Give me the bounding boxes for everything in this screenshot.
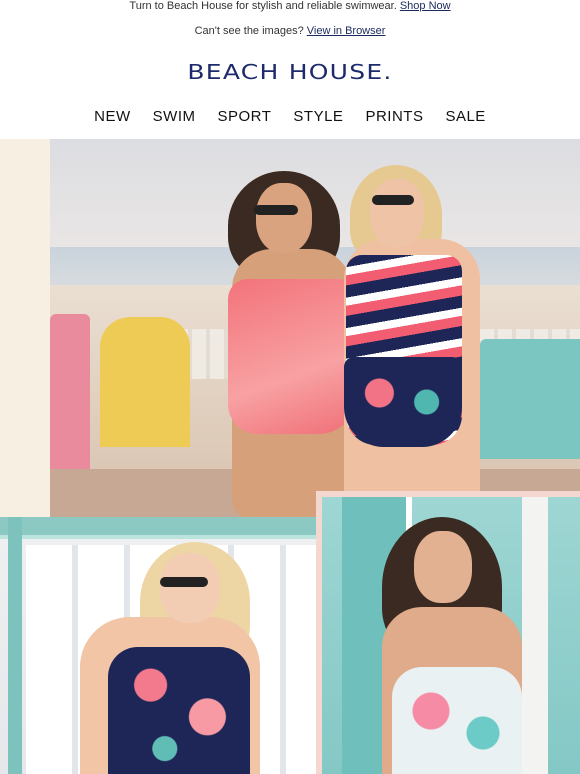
sunglasses-icon <box>372 195 414 205</box>
nav-item-prints[interactable]: PRINTS <box>354 108 434 126</box>
view-in-browser-link[interactable]: View in Browser <box>307 25 386 37</box>
pink-bench <box>50 314 90 474</box>
white-post <box>522 497 548 774</box>
model-3-face <box>160 553 220 623</box>
model-3-swimsuit <box>108 647 250 774</box>
shop-now-link[interactable]: Shop Now <box>400 0 451 12</box>
nav-item-sport[interactable]: SPORT <box>207 108 283 126</box>
promo-text: Turn to Beach House for stylish and reli… <box>129 0 397 12</box>
view-text: Can't see the images? <box>194 25 304 37</box>
awning <box>0 517 316 539</box>
hero-image[interactable] <box>0 139 580 519</box>
model-1-swimsuit <box>228 279 358 434</box>
promo-line: Turn to Beach House for stylish and reli… <box>0 0 580 12</box>
brand-logo[interactable]: BEACH HOUSE. <box>0 60 580 84</box>
nav-item-style[interactable]: STYLE <box>282 108 354 126</box>
yellow-bench <box>100 317 190 447</box>
nav-item-swim[interactable]: SWIM <box>142 108 207 126</box>
nav-item-sale[interactable]: SALE <box>434 108 496 126</box>
cream-panel <box>0 139 50 519</box>
teal-post <box>8 517 22 774</box>
model-4-face <box>414 531 472 603</box>
model-2-swimsuit-bottom <box>344 357 462 447</box>
model-2-face <box>370 179 424 247</box>
product-image-left[interactable] <box>0 517 316 774</box>
main-nav: NEW SWIM SPORT STYLE PRINTS SALE <box>0 108 580 126</box>
teal-wall <box>322 497 580 774</box>
sunglasses-icon <box>160 577 208 587</box>
sunglasses-icon <box>254 205 298 215</box>
model-4-swimsuit <box>392 667 522 774</box>
model-1-face <box>256 183 312 253</box>
nav-item-new[interactable]: NEW <box>83 108 142 126</box>
teal-bench <box>480 339 580 459</box>
product-image-right[interactable] <box>316 491 580 774</box>
view-in-browser-line: Can't see the images? View in Browser <box>0 24 580 38</box>
